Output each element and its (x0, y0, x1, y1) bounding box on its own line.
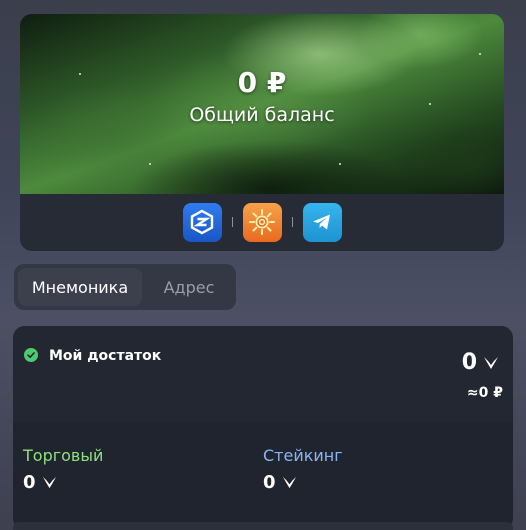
balance-card: 0 ₽ Общий баланс (20, 14, 504, 251)
staking-value-number: 0 (263, 472, 276, 493)
wealth-amount: 0 (462, 350, 499, 375)
fox-token-icon (42, 476, 56, 489)
trading-value-number: 0 (23, 472, 36, 493)
total-balance-amount: 0 ₽ (237, 66, 287, 99)
wealth-amount-value: 0 (461, 350, 477, 375)
next-card-edge (13, 522, 513, 530)
wealth-card[interactable]: Мой достаток 0 ≈0 ₽ Торговый 0 Стейкинг … (13, 326, 513, 530)
wealth-rub-equivalent: ≈0 ₽ (466, 385, 503, 401)
view-tabs: Мнемоника Адрес (14, 264, 236, 310)
blue-s-app-icon[interactable] (182, 202, 222, 242)
check-icon (24, 348, 38, 362)
app-links-row (20, 202, 504, 242)
separator (231, 217, 233, 227)
telegram-icon[interactable] (302, 202, 342, 242)
total-balance-label: Общий баланс (189, 104, 335, 126)
wealth-summary (13, 326, 513, 422)
wealth-title: Мой достаток (49, 348, 162, 364)
trading-label: Торговый (23, 446, 104, 465)
tab-mnemonic[interactable]: Мнемоника (18, 268, 142, 306)
separator (291, 217, 293, 227)
tab-address[interactable]: Адрес (146, 268, 232, 306)
sun-app-icon[interactable] (242, 202, 282, 242)
staking-value: 0 (263, 472, 297, 493)
staking-label: Стейкинг (263, 446, 343, 465)
trading-value: 0 (23, 472, 57, 493)
fox-token-icon (282, 476, 296, 489)
fox-token-icon (484, 356, 498, 369)
